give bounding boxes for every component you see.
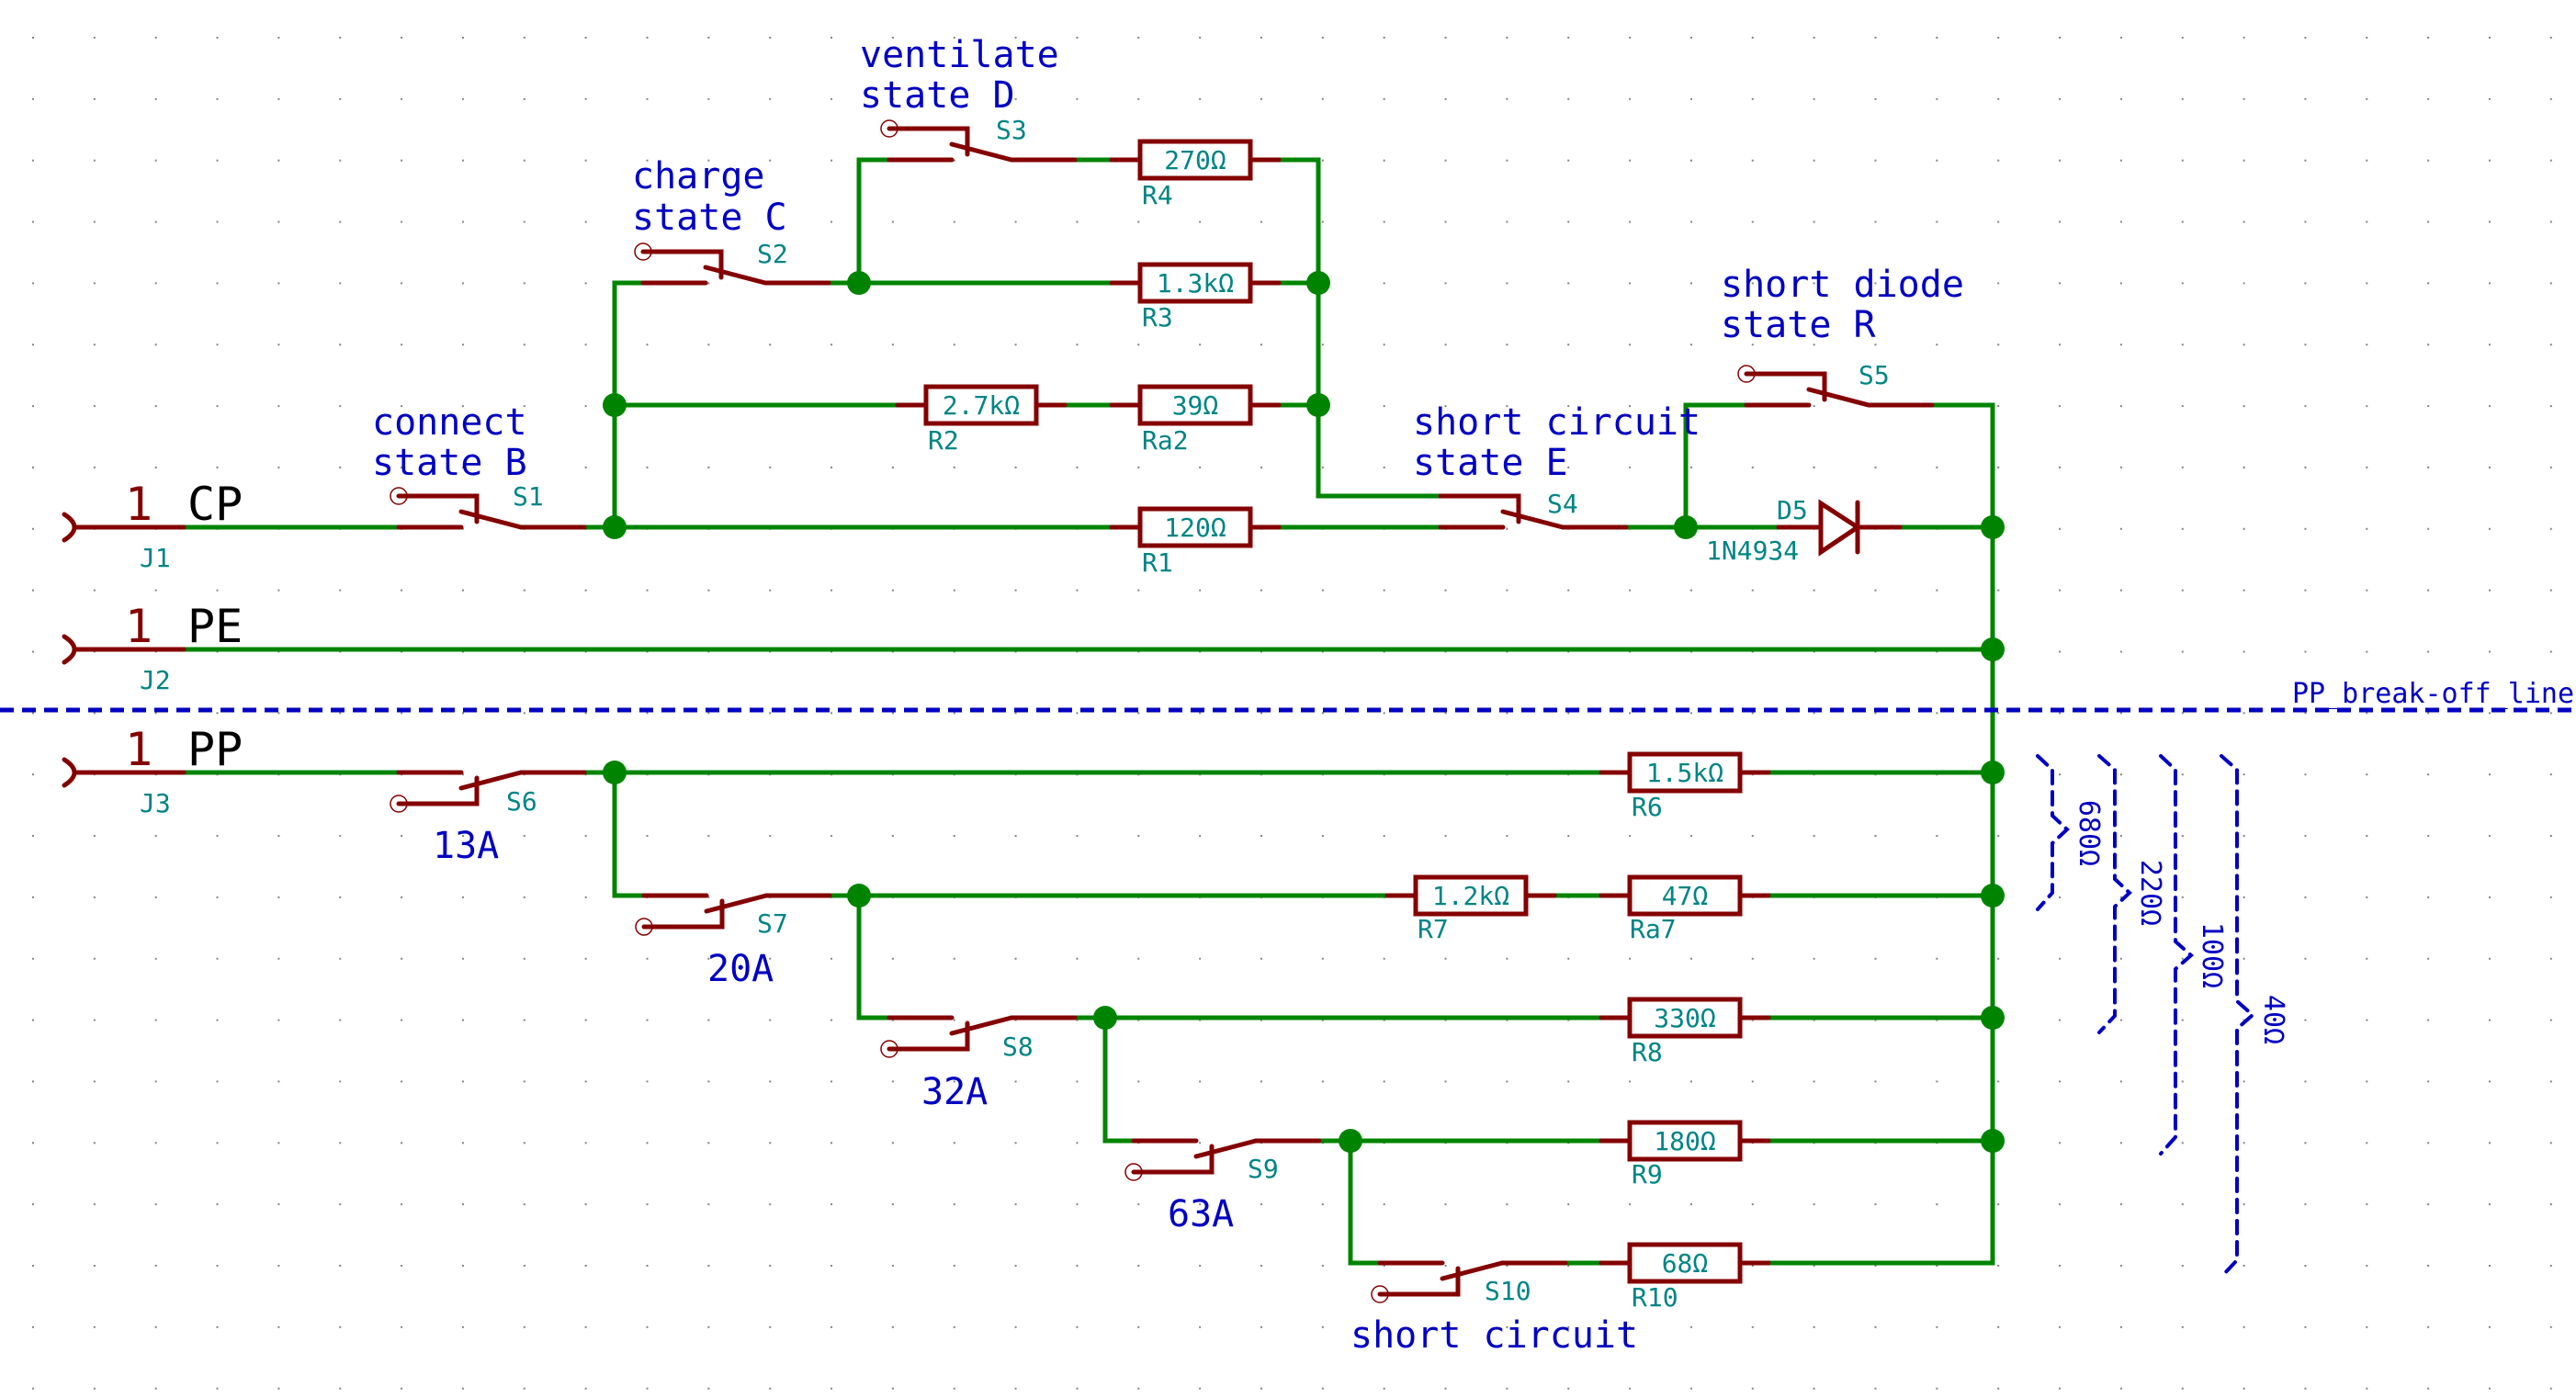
switch-label-s4: short circuit [1413, 401, 1700, 444]
resistor-value: 1.3kΩ [1157, 268, 1234, 299]
resistor-ref: R10 [1632, 1282, 1678, 1313]
resistor-value: 68Ω [1662, 1248, 1709, 1279]
connector-ref: J1 [140, 543, 171, 573]
switch-ref: S1 [513, 481, 544, 512]
resistor-ref: R8 [1632, 1037, 1663, 1067]
switch-ref: S2 [757, 239, 788, 269]
net-name: PE [187, 600, 243, 653]
switch-label-s5: short diode [1721, 264, 1964, 306]
resistor-ref: R2 [928, 425, 959, 456]
grid-background [0, 0, 2576, 1398]
resistor-value: 39Ω [1172, 390, 1219, 421]
switch-ref: S7 [757, 908, 788, 939]
resistor-ref: R1 [1142, 547, 1173, 578]
switch-label-s7: 20A [707, 948, 774, 990]
resistor-ref: R6 [1632, 792, 1663, 822]
junction-dot [1981, 515, 2005, 539]
brace-label-100: 100Ω [2196, 922, 2228, 988]
connector-ref: J3 [140, 788, 171, 818]
switch-ref: S9 [1248, 1154, 1279, 1184]
switch-ref: S3 [996, 115, 1027, 145]
resistor-value: 47Ω [1662, 881, 1709, 911]
pp-break-off-label: PP_break-off_line [2292, 678, 2574, 710]
resistor-value: 1.2kΩ [1432, 881, 1509, 911]
junction-dot [1093, 1006, 1117, 1030]
junction-dot [603, 761, 627, 784]
diode-value: 1N4934 [1706, 536, 1799, 566]
junction-dot [1981, 1129, 2005, 1153]
net-name: PP [187, 723, 243, 776]
switch-label-s2: state C [632, 197, 787, 239]
schematic-canvas: PP_break-off_line 1 CP J1 1 PE J2 1 PP J… [0, 0, 2576, 1398]
junction-dot [603, 393, 627, 417]
switch-label-s1: state B [372, 442, 527, 484]
switch-ref: S10 [1485, 1276, 1531, 1306]
switch-label-s1: connect [372, 401, 527, 444]
diode-ref: D5 [1777, 495, 1808, 525]
switch-label-s8: 32A [921, 1071, 988, 1113]
switch-label-s2: charge [632, 155, 765, 197]
switch-ref: S6 [506, 786, 537, 817]
switch-label-s4: state E [1413, 442, 1568, 484]
brace-label-220: 220Ω [2134, 860, 2166, 926]
resistor-value: 180Ω [1654, 1126, 1715, 1156]
connector-ref: J2 [140, 665, 171, 695]
resistor-value: 330Ω [1654, 1003, 1715, 1033]
switch-ref: S8 [1002, 1032, 1034, 1062]
junction-dot [1981, 637, 2005, 661]
resistor-ref: Ra2 [1142, 425, 1189, 456]
brace-label-40: 40Ω [2257, 995, 2289, 1044]
junction-dot [603, 515, 627, 539]
switch-label-s10: short circuit [1350, 1314, 1638, 1357]
switch-label-s3: state D [860, 74, 1015, 117]
switch-ref: S5 [1859, 360, 1890, 390]
junction-dot [1306, 393, 1330, 417]
junction-dot [1981, 761, 2005, 784]
junction-dot [847, 271, 871, 295]
junction-dot [1981, 1006, 2005, 1030]
resistor-value: 120Ω [1164, 513, 1226, 543]
switch-label-s9: 63A [1168, 1193, 1234, 1235]
switch-label-s5: state R [1721, 304, 1876, 346]
junction-dot [847, 884, 871, 908]
junction-dot [1306, 271, 1330, 295]
resistor-ref: Ra7 [1630, 914, 1677, 944]
junction-dot [1674, 515, 1698, 539]
resistor-ref: R4 [1142, 180, 1173, 210]
pin-number: 1 [125, 478, 153, 531]
switch-label-s3: ventilate [860, 34, 1059, 76]
resistor-value: 2.7kΩ [943, 390, 1020, 421]
resistor-value: 270Ω [1164, 145, 1226, 175]
resistor-value: 1.5kΩ [1646, 758, 1723, 788]
resistor-ref: R7 [1418, 914, 1449, 944]
junction-dot [1339, 1129, 1362, 1153]
switch-label-s6: 13A [433, 825, 499, 867]
resistor-ref: R3 [1142, 302, 1173, 333]
switch-ref: S4 [1547, 489, 1578, 519]
junction-dot [1981, 884, 2005, 908]
brace-label-680: 680Ω [2073, 800, 2105, 866]
pin-number: 1 [125, 600, 153, 653]
resistor-ref: R9 [1632, 1159, 1663, 1189]
pin-number: 1 [125, 723, 153, 776]
net-name: CP [187, 478, 243, 531]
